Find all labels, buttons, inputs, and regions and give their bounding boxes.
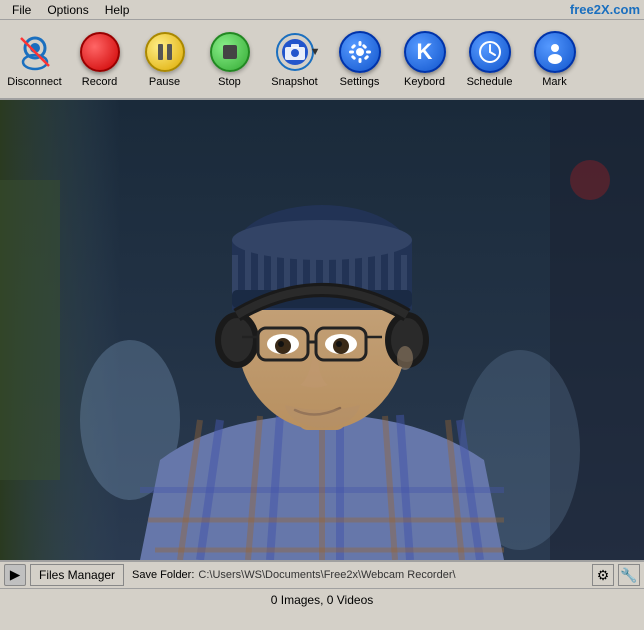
schedule-icon (468, 30, 512, 74)
stop-label: Stop (218, 76, 241, 88)
wrench-button[interactable]: 🔧 (618, 564, 640, 586)
pause-icon (143, 30, 187, 74)
schedule-button[interactable]: Schedule (457, 23, 522, 95)
video-area (0, 100, 644, 560)
pause-button[interactable]: Pause (132, 23, 197, 95)
mark-button[interactable]: Mark (522, 23, 587, 95)
files-manager-button[interactable]: Files Manager (30, 564, 124, 586)
files-manager-label: Files Manager (39, 568, 115, 582)
stop-icon (208, 30, 252, 74)
brand-label: free2X.com (570, 2, 640, 17)
keyboard-button[interactable]: K Keybord (392, 23, 457, 95)
menu-bar: File Options Help free2X.com (0, 0, 644, 20)
settings-icon (338, 30, 382, 74)
wrench-icon: 🔧 (620, 567, 637, 584)
menu-help[interactable]: Help (97, 2, 138, 18)
info-text: 0 Images, 0 Videos (271, 593, 374, 607)
info-bar: 0 Images, 0 Videos (0, 588, 644, 610)
mark-icon (533, 30, 577, 74)
gear-icon: ⚙ (597, 567, 610, 584)
menu-file[interactable]: File (4, 2, 39, 18)
stop-button[interactable]: Stop (197, 23, 262, 95)
pause-label: Pause (149, 76, 180, 88)
settings-label: Settings (340, 76, 380, 88)
toolbar: Disconnect Record Pause Stop (0, 20, 644, 100)
schedule-label: Schedule (467, 76, 513, 88)
webcam-feed (0, 100, 644, 560)
disconnect-icon (13, 30, 57, 74)
keyboard-label: Keybord (404, 76, 445, 88)
menu-options[interactable]: Options (39, 2, 96, 18)
play-button[interactable]: ▶ (4, 564, 26, 586)
save-folder-path: C:\Users\WS\Documents\Free2x\Webcam Reco… (198, 569, 455, 581)
mark-label: Mark (542, 76, 566, 88)
disconnect-button[interactable]: Disconnect (2, 23, 67, 95)
snapshot-label: Snapshot (271, 76, 317, 88)
snapshot-icon: ▼ (273, 30, 317, 74)
record-label: Record (82, 76, 117, 88)
record-button[interactable]: Record (67, 23, 132, 95)
disconnect-label: Disconnect (7, 76, 61, 88)
status-bar: ▶ Files Manager Save Folder: C:\Users\WS… (0, 560, 644, 588)
save-folder-label: Save Folder: (132, 569, 194, 581)
settings-button[interactable]: Settings (327, 23, 392, 95)
gear-settings-button[interactable]: ⚙ (592, 564, 614, 586)
record-icon (78, 30, 122, 74)
play-icon: ▶ (10, 567, 20, 583)
keyboard-icon: K (403, 30, 447, 74)
snapshot-button[interactable]: ▼ Snapshot (262, 23, 327, 95)
